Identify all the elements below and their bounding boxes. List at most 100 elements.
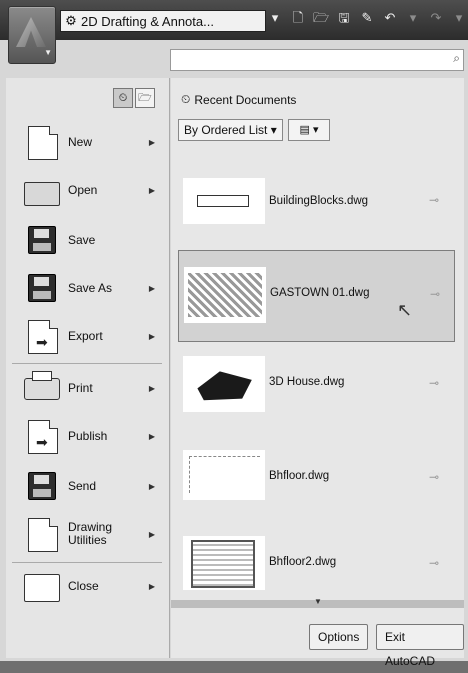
chevron-down-icon[interactable]: ▾ — [266, 9, 284, 27]
quick-access-toolbar: ▾ 🗋 🗁 🖫 ✎ ↶ ▾ ↷ ▾ ⎙ — [266, 9, 468, 27]
chevron-right-icon: ▶ — [148, 431, 155, 441]
arrow-right-icon: ➡ — [36, 434, 48, 450]
view-toggle: ⏲ 🗁 — [113, 88, 155, 108]
list-item[interactable]: BuildingBlocks.dwg ⊸ — [178, 170, 453, 260]
new-icon[interactable]: 🗋 — [289, 9, 307, 27]
search-field[interactable]: ⌕ — [170, 49, 464, 71]
redo-dropdown-icon[interactable]: ▾ — [450, 9, 468, 27]
mouse-cursor-icon: ↖ — [397, 300, 413, 320]
pin-icon[interactable]: ⊸ — [429, 556, 439, 570]
menu-item-save[interactable]: Save — [6, 218, 169, 262]
menu-item-label: New — [68, 134, 93, 149]
menu-item-label: Print — [68, 380, 93, 395]
save-icon[interactable]: 🖫 — [335, 9, 353, 27]
options-button[interactable]: Options — [309, 624, 369, 650]
drawing-thumbnail — [183, 356, 265, 412]
recent-documents-list: BuildingBlocks.dwg ⊸ GASTOWN 01.dwg ⊸ 3D… — [171, 170, 464, 600]
recent-documents-panel: ⏲ Recent Documents By Ordered List ▾ ▤ ▾… — [171, 78, 464, 668]
drawing-thumbnail — [183, 536, 265, 590]
menu-item-open[interactable]: Open ▶ — [6, 168, 169, 212]
document-name: Bhfloor2.dwg — [269, 556, 337, 568]
list-item[interactable]: Bhfloor.dwg ⊸ — [178, 440, 453, 530]
menu-item-label: Export — [68, 328, 103, 343]
save-icon — [28, 226, 56, 254]
application-menu-window: ⚙ 2D Drafting & Annota... ▾ 🗋 🗁 🖫 ✎ ↶ ▾ … — [0, 0, 468, 668]
list-item[interactable]: 3D House.dwg ⊸ — [178, 350, 453, 440]
menu-item-label: Drawing Utilities — [68, 520, 113, 547]
document-name: GASTOWN 01.dwg — [270, 287, 370, 299]
menu-item-new[interactable]: New ▶ — [6, 120, 169, 164]
application-menu-commands: ⏲ 🗁 New ▶ Open ▶ Save Save As ▶ ➡ Export… — [6, 78, 170, 658]
menu-item-publish[interactable]: ➡ Publish ▶ — [6, 414, 169, 458]
autocad-logo-icon — [16, 17, 46, 47]
open-icon[interactable]: 🗁 — [312, 9, 330, 27]
scroll-down-icon[interactable]: ▼ — [314, 597, 322, 606]
open-documents-toggle[interactable]: 🗁 — [135, 88, 155, 108]
menu-item-label: Publish — [68, 428, 108, 443]
redo-icon[interactable]: ↷ — [427, 9, 445, 27]
chevron-down-icon: ▾ — [270, 123, 277, 137]
application-button[interactable]: ▼ — [8, 6, 56, 64]
saveas-icon[interactable]: ✎ — [358, 9, 376, 27]
recent-documents-icon: ⏲ — [181, 92, 191, 106]
pin-icon[interactable]: ⊸ — [429, 470, 439, 484]
drawing-utilities-icon — [28, 518, 58, 552]
menu-item-print[interactable]: Print ▶ — [6, 366, 169, 410]
pin-icon[interactable]: ⊸ — [429, 193, 439, 207]
document-name: BuildingBlocks.dwg — [269, 195, 369, 207]
menu-divider — [12, 562, 162, 563]
exit-autocad-button[interactable]: Exit AutoCAD — [376, 624, 464, 668]
display-view-dropdown[interactable]: ▤ ▾ — [288, 119, 330, 141]
recent-documents-toggle[interactable]: ⏲ — [113, 88, 133, 108]
undo-icon[interactable]: ↶ — [381, 9, 399, 27]
send-icon — [28, 472, 56, 500]
chevron-right-icon: ▶ — [148, 283, 155, 293]
chevron-down-icon: ▾ — [312, 124, 319, 136]
panel-title: Recent Documents — [194, 92, 297, 107]
arrow-right-icon: ➡ — [36, 334, 48, 350]
menu-item-close[interactable]: Close ▶ — [6, 564, 169, 608]
close-folder-icon — [24, 574, 60, 602]
chevron-down-icon: ▼ — [44, 48, 52, 57]
search-icon[interactable]: ⌕ — [453, 51, 460, 66]
undo-dropdown-icon[interactable]: ▾ — [404, 9, 422, 27]
panel-footer: Options Exit AutoCAD — [171, 612, 464, 668]
chevron-right-icon: ▶ — [148, 331, 155, 341]
chevron-right-icon: ▶ — [148, 383, 155, 393]
drawing-thumbnail — [183, 178, 265, 224]
workspace-label: 2D Drafting & Annota... — [81, 13, 214, 29]
chevron-right-icon: ▶ — [148, 137, 155, 147]
menu-item-export[interactable]: ➡ Export ▶ — [6, 314, 169, 358]
menu-item-save-as[interactable]: Save As ▶ — [6, 266, 169, 310]
recent-documents-header: ⏲ Recent Documents — [181, 92, 296, 107]
document-name: 3D House.dwg — [269, 376, 345, 388]
chevron-right-icon: ▶ — [148, 481, 155, 491]
menu-item-label: Open — [68, 182, 98, 197]
pin-icon[interactable]: ⊸ — [430, 287, 440, 301]
menu-item-label: Send — [68, 478, 97, 493]
menu-item-label: Save As — [68, 280, 113, 295]
title-bar: ⚙ 2D Drafting & Annota... ▾ 🗋 🗁 🖫 ✎ ↶ ▾ … — [0, 0, 468, 40]
menu-item-label: Save — [68, 232, 96, 247]
menu-item-send[interactable]: Send ▶ — [6, 464, 169, 508]
printer-icon — [24, 371, 60, 400]
drawing-thumbnail — [183, 450, 265, 500]
list-scrollbar[interactable]: ▼ — [171, 597, 464, 608]
order-dropdown[interactable]: By Ordered List ▾ — [178, 119, 283, 141]
list-item[interactable]: Bhfloor2.dwg ⊸ — [178, 530, 453, 600]
list-item[interactable]: GASTOWN 01.dwg ⊸ — [178, 250, 455, 342]
chevron-right-icon: ▶ — [148, 185, 155, 195]
chevron-right-icon: ▶ — [148, 529, 155, 539]
drawing-thumbnail — [184, 267, 266, 323]
menu-item-drawing-utilities[interactable]: Drawing Utilities ▶ — [6, 512, 169, 556]
save-as-icon — [28, 274, 56, 302]
chevron-right-icon: ▶ — [148, 581, 155, 591]
menu-item-label: Close — [68, 578, 99, 593]
workspace-switcher[interactable]: ⚙ 2D Drafting & Annota... — [60, 10, 266, 32]
new-document-icon — [28, 126, 58, 160]
display-icon: ▤ — [299, 124, 310, 136]
document-name: Bhfloor.dwg — [269, 470, 330, 482]
pin-icon[interactable]: ⊸ — [429, 376, 439, 390]
order-label: By Ordered List — [184, 123, 268, 137]
gear-icon: ⚙ — [65, 13, 77, 28]
